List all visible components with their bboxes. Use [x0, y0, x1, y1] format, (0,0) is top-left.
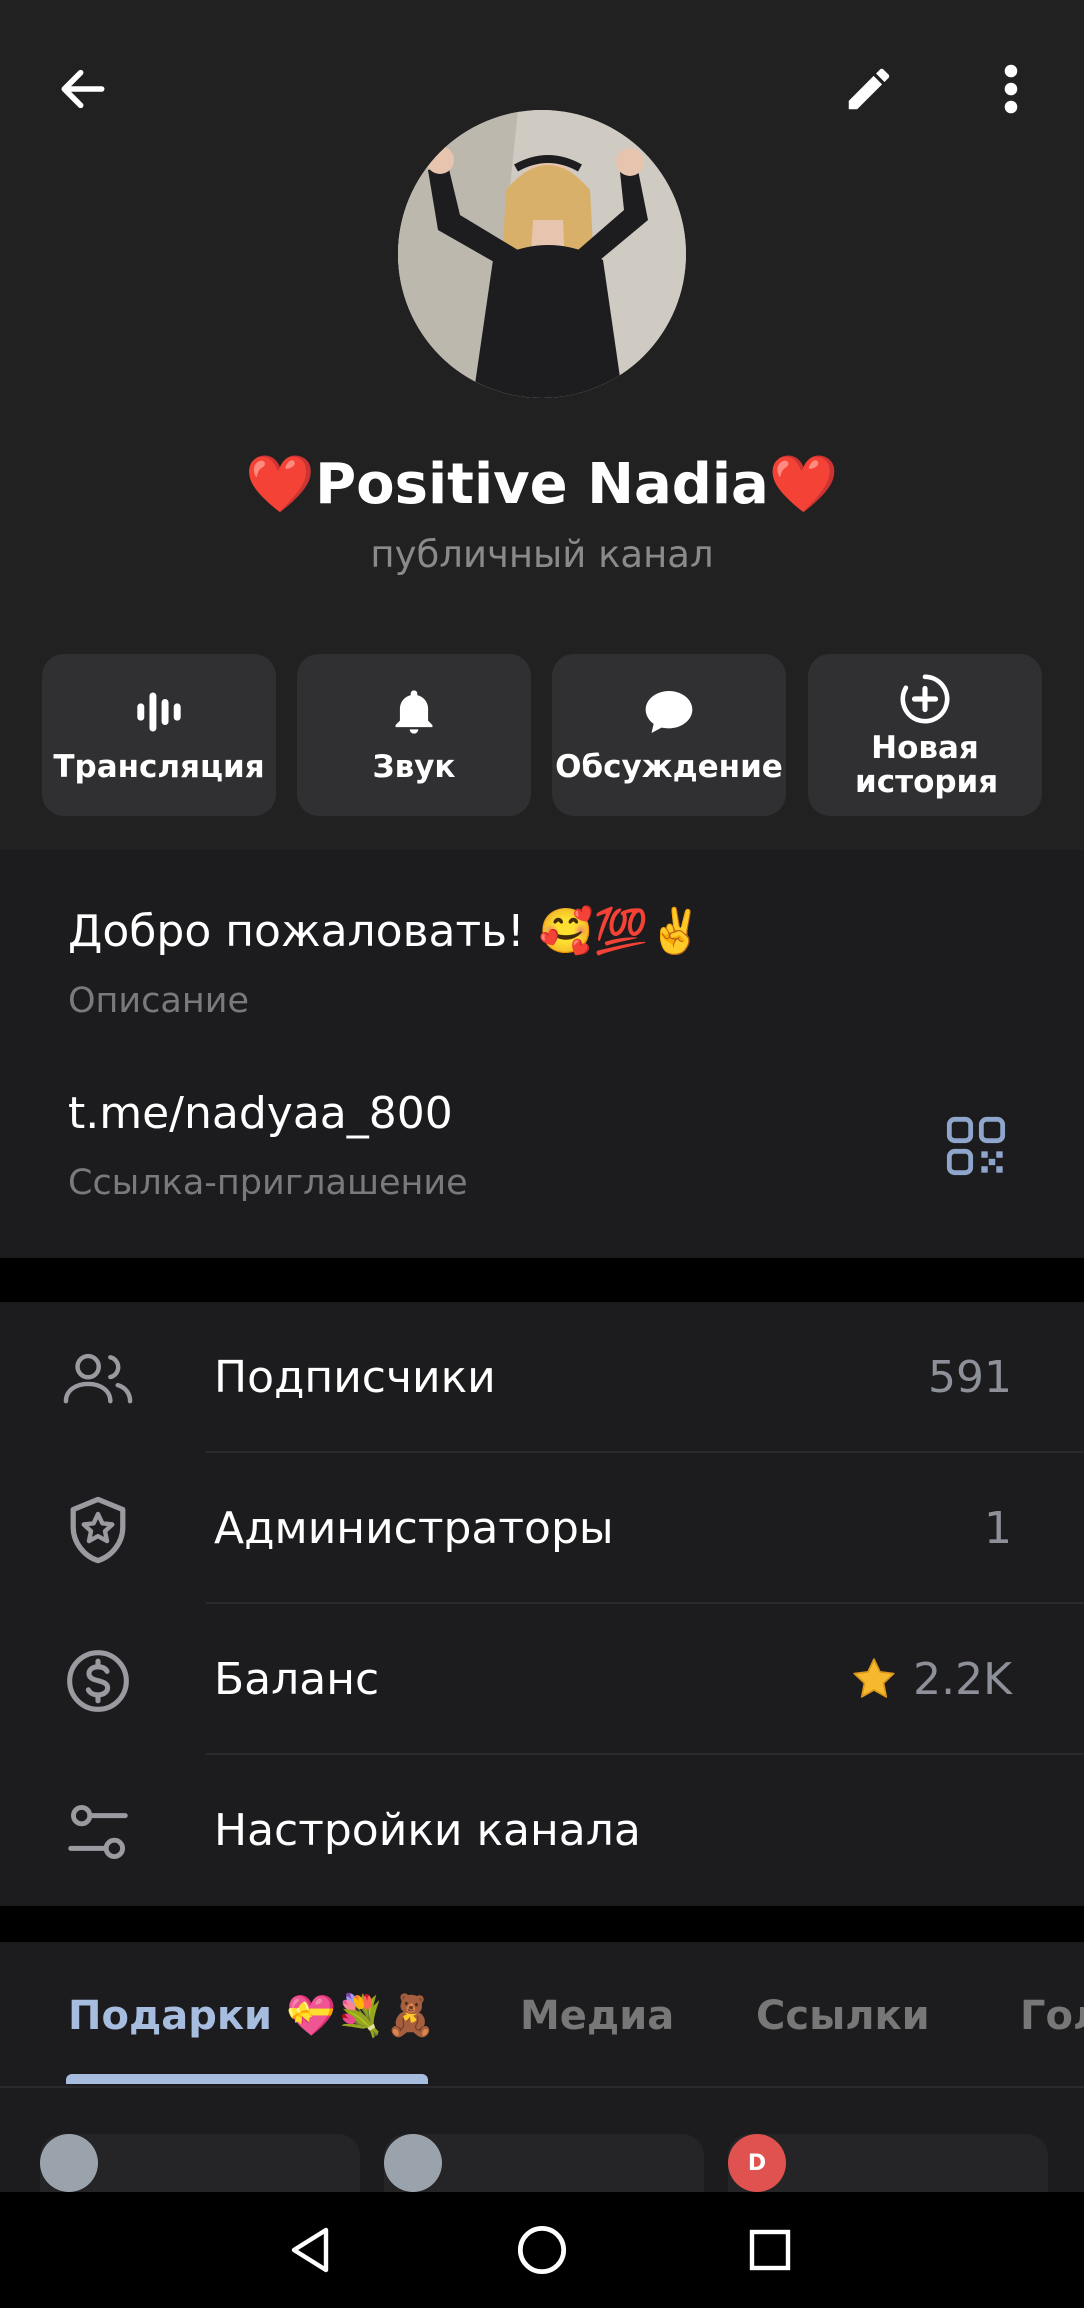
shield-star-icon [58, 1496, 138, 1564]
chat-bubble-icon [645, 691, 693, 733]
discussion-label: Обсуждение [555, 749, 783, 785]
profile-tabs: Подарки 💝💐🧸 Медиа Ссылки Гол [0, 1942, 1084, 2088]
subscribers-label: Подписчики [214, 1352, 496, 1403]
tab-media[interactable]: Медиа [520, 1986, 674, 2046]
system-nav-bar [0, 2192, 1084, 2308]
description-text: Добро пожаловать! 🥰💯✌️ [68, 906, 704, 957]
triangle-back-icon [291, 2227, 329, 2273]
channel-avatar[interactable] [398, 110, 686, 398]
description-label: Описание [68, 981, 250, 1021]
tab-links[interactable]: Ссылки [756, 1986, 930, 2046]
bell-icon [395, 690, 433, 734]
balance-label: Баланс [214, 1654, 380, 1705]
channel-title: ❤️Positive Nadia❤️ [245, 452, 839, 517]
channel-settings-row[interactable]: Настройки канала [0, 1755, 1084, 1906]
gift-card[interactable] [384, 2134, 704, 2192]
subscribers-count: 591 [928, 1352, 1012, 1403]
invite-link[interactable]: t.me/nadyaa_800 [68, 1084, 453, 1144]
sender-initial: D [747, 2150, 767, 2176]
dollar-icon [58, 1648, 138, 1714]
new-story-label: Новая история [855, 730, 999, 800]
back-arrow-icon [61, 69, 105, 109]
channel-header: ❤️Positive Nadia❤️ публичный канал Транс… [0, 0, 1084, 850]
qr-code-icon[interactable] [944, 1114, 1008, 1178]
channel-menu: Подписчики 591 Администраторы 1 Баланс 2… [0, 1302, 1084, 1906]
sender-avatar [384, 2134, 442, 2192]
sliders-icon [58, 1799, 138, 1865]
nav-recents-button[interactable] [730, 2210, 810, 2290]
gift-card[interactable]: D [728, 2134, 1048, 2192]
avatar-photo [398, 110, 686, 398]
nav-home-button[interactable] [502, 2210, 582, 2290]
sound-button[interactable]: Звук [297, 654, 531, 816]
channel-info: Добро пожаловать! 🥰💯✌️ Описание t.me/nad… [0, 850, 1084, 1258]
users-icon [58, 1346, 138, 1412]
add-story-icon [900, 674, 950, 724]
administrators-count: 1 [984, 1503, 1012, 1554]
channel-settings-label: Настройки канала [214, 1805, 641, 1856]
discussion-button[interactable]: Обсуждение [552, 654, 786, 816]
more-button[interactable] [966, 44, 1056, 134]
balance-amount: 2.2K [913, 1654, 1012, 1705]
more-vert-icon [1004, 64, 1018, 114]
live-stream-icon [137, 692, 181, 732]
gift-card[interactable] [40, 2134, 360, 2192]
circle-home-icon [517, 2225, 567, 2275]
back-button[interactable] [38, 44, 128, 134]
balance-row[interactable]: Баланс 2.2K [0, 1604, 1084, 1755]
tab-gifts[interactable]: Подарки 💝💐🧸 [68, 1986, 435, 2046]
square-recents-icon [749, 2229, 791, 2271]
channel-type: публичный канал [370, 533, 714, 576]
new-story-button[interactable]: Новая история [808, 654, 1042, 816]
nav-back-button[interactable] [270, 2210, 350, 2290]
administrators-label: Администраторы [214, 1503, 614, 1554]
live-stream-label: Трансляция [53, 749, 265, 785]
subscribers-row[interactable]: Подписчики 591 [0, 1302, 1084, 1453]
sender-avatar: D [728, 2134, 786, 2192]
star-icon [853, 1658, 895, 1698]
action-buttons: Трансляция Звук Обсуждение Новая история [42, 654, 1042, 816]
tab-voice[interactable]: Гол [1020, 1986, 1084, 2046]
live-stream-button[interactable]: Трансляция [42, 654, 276, 816]
gifts-grid: D [0, 2088, 1084, 2192]
active-tab-indicator [66, 2074, 428, 2084]
pencil-icon [848, 68, 890, 110]
invite-link-label: Ссылка-приглашение [68, 1163, 468, 1203]
administrators-row[interactable]: Администраторы 1 [0, 1453, 1084, 1604]
sender-avatar [40, 2134, 98, 2192]
sound-label: Звук [372, 749, 456, 785]
edit-button[interactable] [824, 44, 914, 134]
balance-value: 2.2K [849, 1650, 1012, 1710]
